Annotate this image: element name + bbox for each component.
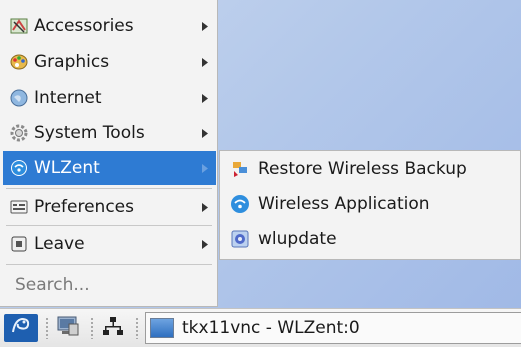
system-tools-icon bbox=[10, 124, 28, 142]
menu-divider bbox=[6, 264, 212, 265]
network-icon bbox=[102, 315, 124, 342]
leave-icon bbox=[10, 235, 28, 253]
taskbar-window-button[interactable]: tkx11vnc - WLZent:0 bbox=[145, 312, 521, 344]
chevron-right-icon bbox=[200, 128, 210, 138]
network-button[interactable] bbox=[98, 314, 128, 342]
taskbar-separator bbox=[136, 317, 138, 339]
submenu-item-label: wlupdate bbox=[258, 229, 337, 249]
wlzent-submenu: Restore Wireless Backup Wireless Applica… bbox=[219, 150, 521, 260]
menu-item-leave[interactable]: Leave bbox=[3, 227, 216, 261]
chevron-right-icon bbox=[200, 163, 210, 173]
menu-divider bbox=[6, 225, 212, 226]
wireless-app-icon bbox=[230, 194, 250, 214]
submenu-item-label: Restore Wireless Backup bbox=[258, 159, 467, 179]
chevron-right-icon bbox=[200, 21, 210, 31]
menu-item-internet[interactable]: Internet bbox=[3, 81, 216, 115]
menu-item-label: WLZent bbox=[34, 158, 100, 178]
start-menu-button[interactable] bbox=[4, 314, 38, 342]
menu-item-label: Preferences bbox=[34, 197, 134, 217]
submenu-item-wireless-application[interactable]: Wireless Application bbox=[224, 187, 519, 221]
menu-item-label: Leave bbox=[34, 234, 85, 254]
internet-icon bbox=[10, 89, 28, 107]
wlzent-icon bbox=[10, 159, 28, 177]
main-menu: Accessories Graphics Internet System Too… bbox=[0, 0, 218, 307]
menu-item-graphics[interactable]: Graphics bbox=[3, 45, 216, 79]
submenu-item-restore-wireless-backup[interactable]: Restore Wireless Backup bbox=[224, 152, 519, 186]
menu-item-system-tools[interactable]: System Tools bbox=[3, 116, 216, 150]
accessories-icon bbox=[10, 17, 28, 35]
taskbar: tkx11vnc - WLZent:0 bbox=[0, 308, 521, 347]
submenu-item-label: Wireless Application bbox=[258, 194, 430, 214]
menu-item-wlzent[interactable]: WLZent bbox=[3, 151, 216, 185]
taskbar-separator bbox=[91, 317, 93, 339]
chevron-right-icon bbox=[200, 57, 210, 67]
menu-item-label: Graphics bbox=[34, 52, 110, 72]
menu-divider bbox=[6, 188, 212, 189]
restore-icon bbox=[230, 159, 250, 179]
monitor-icon bbox=[56, 315, 80, 342]
chevron-right-icon bbox=[200, 239, 210, 249]
graphics-icon bbox=[10, 53, 28, 71]
submenu-item-wlupdate[interactable]: wlupdate bbox=[224, 222, 519, 256]
menu-item-preferences[interactable]: Preferences bbox=[3, 190, 216, 224]
desktop-switcher-button[interactable] bbox=[53, 314, 83, 342]
window-title: tkx11vnc - WLZent:0 bbox=[182, 318, 360, 338]
taskbar-separator bbox=[46, 317, 48, 339]
menu-item-accessories[interactable]: Accessories bbox=[3, 9, 216, 43]
menu-item-label: System Tools bbox=[34, 123, 145, 143]
menu-item-label: Accessories bbox=[34, 16, 134, 36]
window-icon bbox=[150, 318, 174, 338]
chevron-right-icon bbox=[200, 202, 210, 212]
update-icon bbox=[230, 229, 250, 249]
chevron-right-icon bbox=[200, 93, 210, 103]
search-placeholder: Search... bbox=[15, 275, 90, 295]
menu-item-label: Internet bbox=[34, 88, 102, 108]
preferences-icon bbox=[10, 198, 28, 216]
start-logo-icon bbox=[9, 314, 33, 343]
search-input[interactable]: Search... bbox=[3, 268, 216, 302]
